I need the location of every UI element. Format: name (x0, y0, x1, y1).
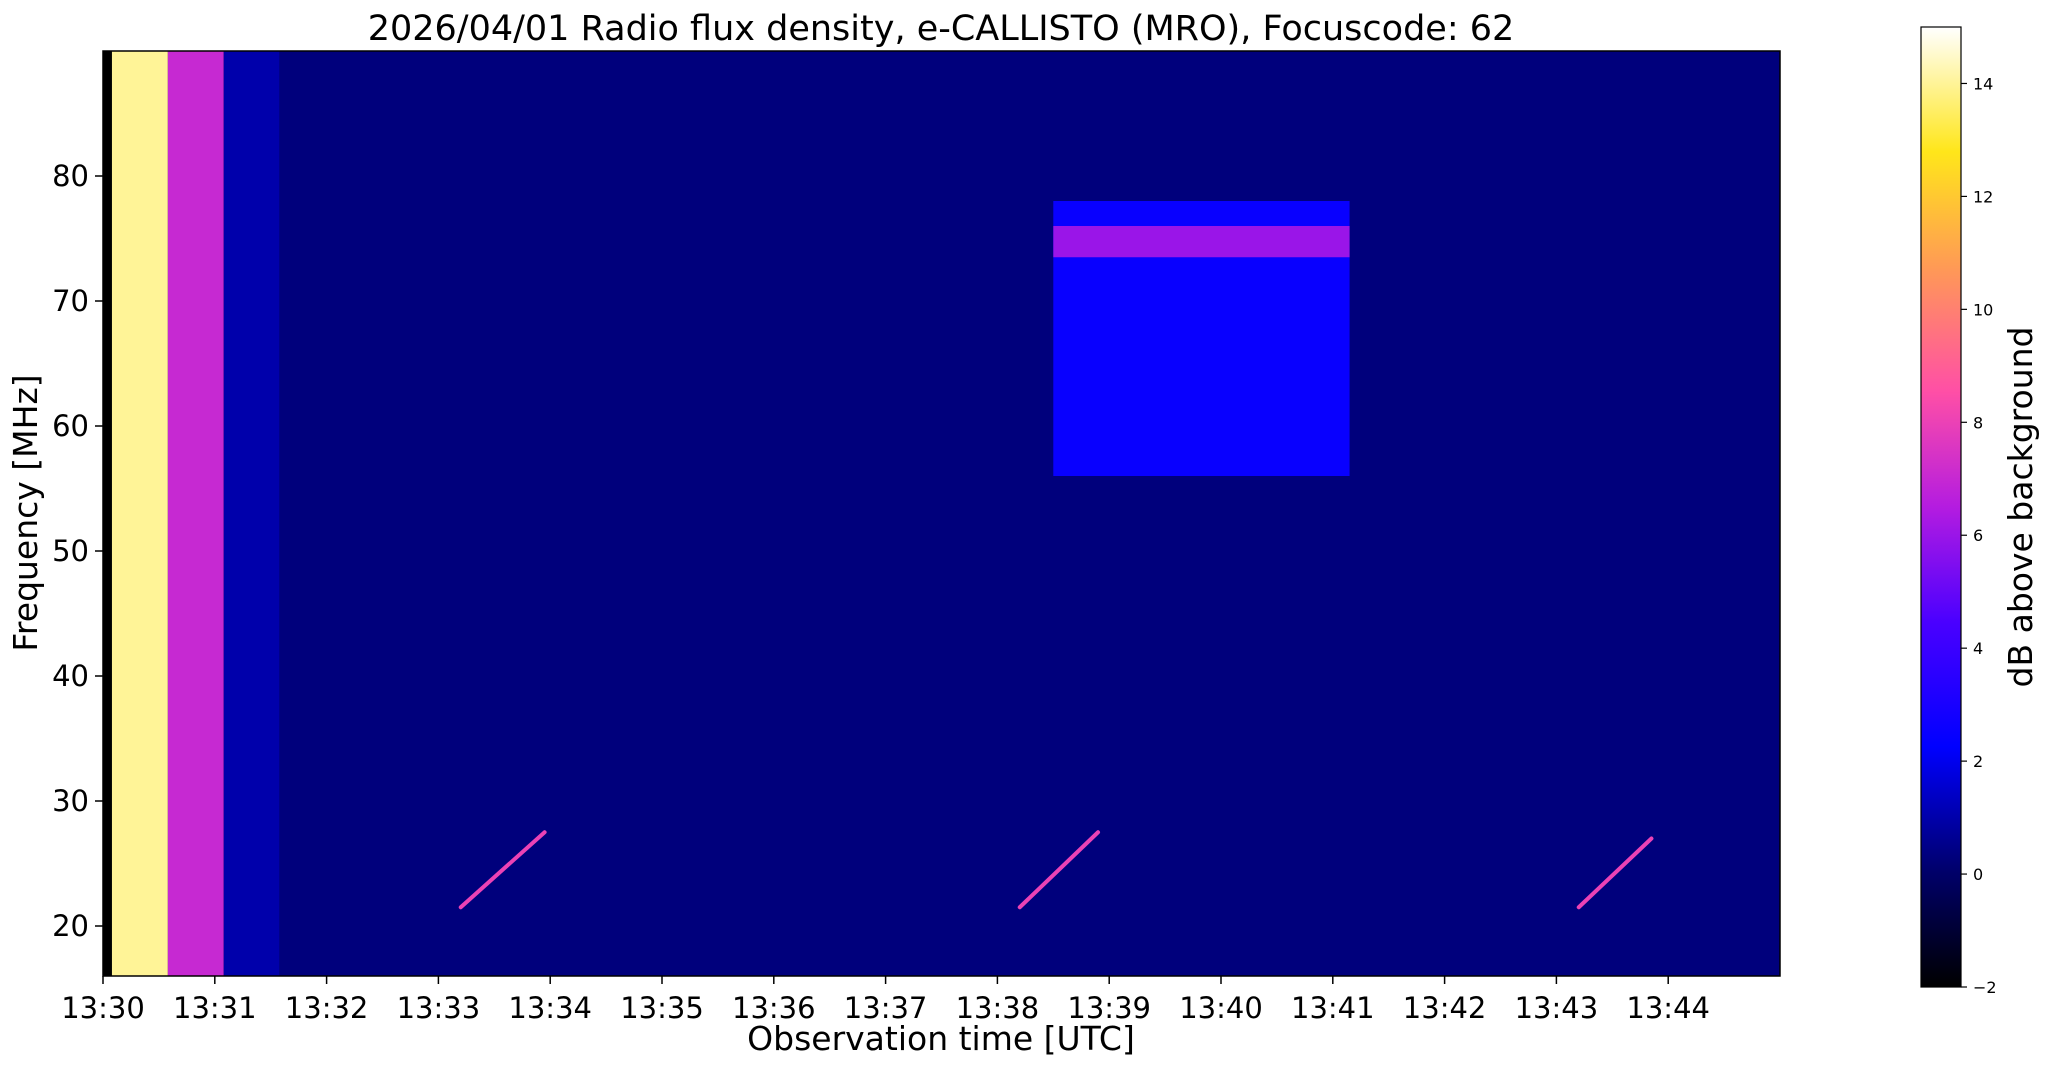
y-axis-label: Frequency [MHz] (6, 374, 45, 651)
x-tick-label: 13:41 (1291, 991, 1375, 1025)
spectrogram-figure: 2026/04/01 Radio flux density, e-CALLIST… (6, 9, 2040, 1058)
colorbar-label: dB above background (2001, 327, 2040, 688)
colorbar-tick-label: 4 (1973, 639, 1983, 658)
colorbar-tick-label: 6 (1973, 526, 1983, 545)
chart-title: 2026/04/01 Radio flux density, e-CALLIST… (368, 9, 1515, 49)
x-tick-label: 13:43 (1515, 991, 1599, 1025)
y-tick-label: 50 (52, 534, 89, 568)
x-axis-label: Observation time [UTC] (747, 1019, 1135, 1058)
y-tick-label: 20 (52, 909, 89, 943)
colorbar-tick-label: 10 (1973, 300, 1993, 319)
colorbar-tick-label: 2 (1973, 752, 1983, 771)
colorbar-tick-label: −2 (1973, 978, 1997, 997)
x-tick-label: 13:34 (508, 991, 592, 1025)
y-tick-label: 40 (52, 659, 89, 693)
x-tick-label: 13:44 (1626, 991, 1710, 1025)
colorbar (1920, 26, 1962, 988)
x-tick-label: 13:31 (173, 991, 257, 1025)
y-tick-label: 80 (52, 159, 89, 193)
heatmap-region (167, 51, 224, 976)
y-tick-label: 30 (52, 784, 89, 818)
y-tick-label: 60 (52, 409, 89, 443)
x-tick-label: 13:33 (397, 991, 481, 1025)
x-axis-ticks: 13:30 13:31 13:32 13:33 13:34 13:35 13:36 13:37… (61, 976, 1710, 1025)
heatmap-region (279, 51, 1780, 976)
x-tick-label: 13:30 (61, 991, 145, 1025)
x-tick-label: 13:42 (1403, 991, 1487, 1025)
colorbar-tick-label: 0 (1973, 865, 1983, 884)
x-tick-label: 13:32 (285, 991, 369, 1025)
colorbar-tick-label: 12 (1973, 187, 1993, 206)
heatmap-region (103, 51, 112, 976)
y-tick-label: 70 (52, 284, 89, 318)
heatmap-region (1053, 226, 1350, 258)
heatmap-region (111, 51, 168, 976)
heatmap-region (223, 51, 280, 976)
spectrogram-heatmap (103, 51, 1780, 976)
x-tick-label: 13:35 (620, 991, 704, 1025)
x-tick-label: 13:40 (1179, 991, 1263, 1025)
y-axis-ticks: 20 30 40 50 60 70 80 (52, 159, 103, 943)
colorbar-ticks: −2 0 2 4 6 8 10 12 14 (1961, 74, 1997, 997)
colorbar-tick-label: 8 (1973, 413, 1983, 432)
colorbar-tick-label: 14 (1973, 74, 1993, 93)
